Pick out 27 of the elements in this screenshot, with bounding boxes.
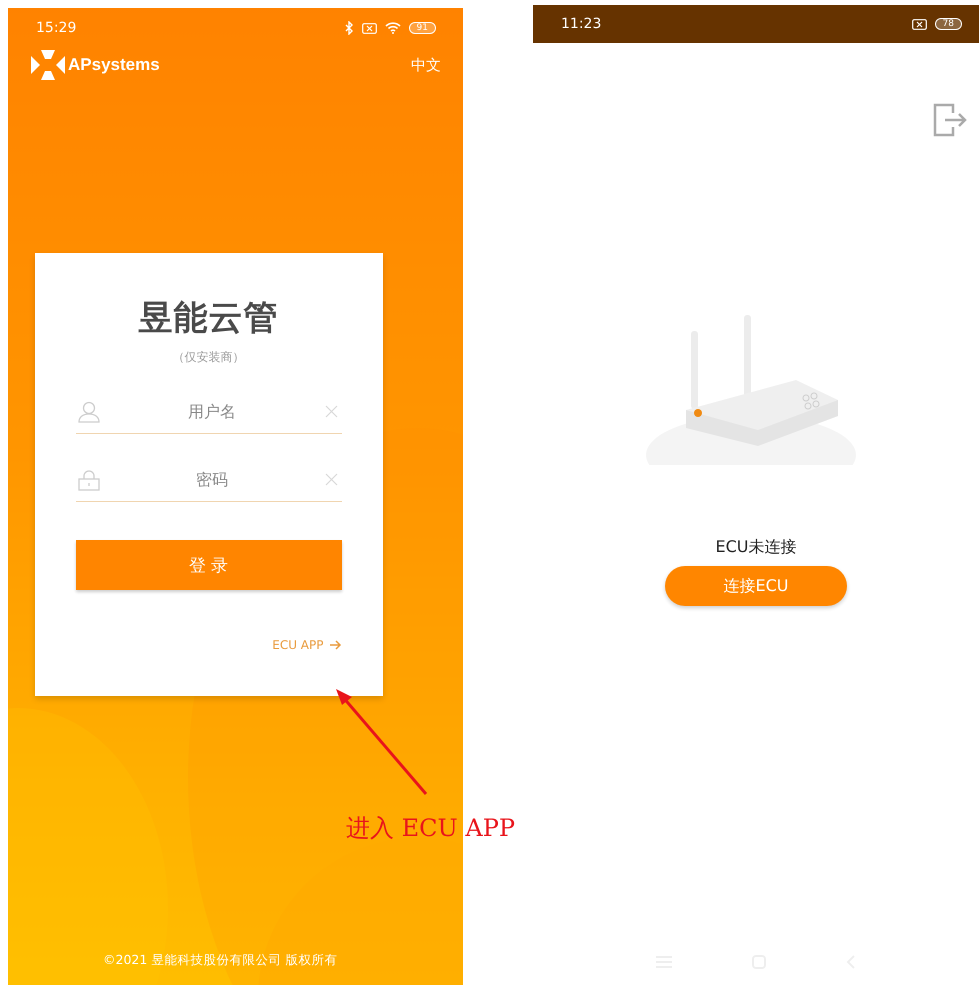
clear-icon[interactable] <box>324 405 338 418</box>
sim-icon <box>912 18 927 30</box>
ecu-status-text: ECU未连接 <box>716 537 796 558</box>
user-icon <box>78 400 100 422</box>
logo-icon <box>30 48 66 82</box>
logo-text: APsystems <box>68 55 160 75</box>
login-button[interactable]: 登 录 <box>76 540 342 590</box>
app-title: 昱能云管 <box>138 297 278 340</box>
status-time: 15:29 <box>36 20 76 36</box>
wifi-icon <box>384 22 401 34</box>
username-field[interactable]: 用户名 <box>108 401 316 422</box>
password-field[interactable]: 密码 <box>108 469 316 490</box>
app-subtitle: （仅安装商） <box>172 349 244 366</box>
status-time: 11:23 <box>561 16 602 32</box>
language-button[interactable]: 中文 <box>411 56 441 74</box>
lock-icon <box>78 468 100 490</box>
arrow-right-icon <box>330 640 342 650</box>
battery-indicator: 91 <box>408 22 436 34</box>
copyright-text: ©2021 昱能科技股份有限公司 版权所有 <box>103 952 338 969</box>
connect-ecu-button[interactable]: 连接ECU <box>665 566 847 606</box>
battery-indicator: 78 <box>934 18 962 30</box>
bluetooth-icon <box>344 21 354 35</box>
sim-icon <box>362 22 377 34</box>
annotation-text: 进入 ECU APP <box>346 813 515 844</box>
exit-icon[interactable] <box>933 103 967 137</box>
ecu-app-link[interactable]: ECU APP <box>272 638 342 652</box>
clear-icon[interactable] <box>324 473 338 486</box>
